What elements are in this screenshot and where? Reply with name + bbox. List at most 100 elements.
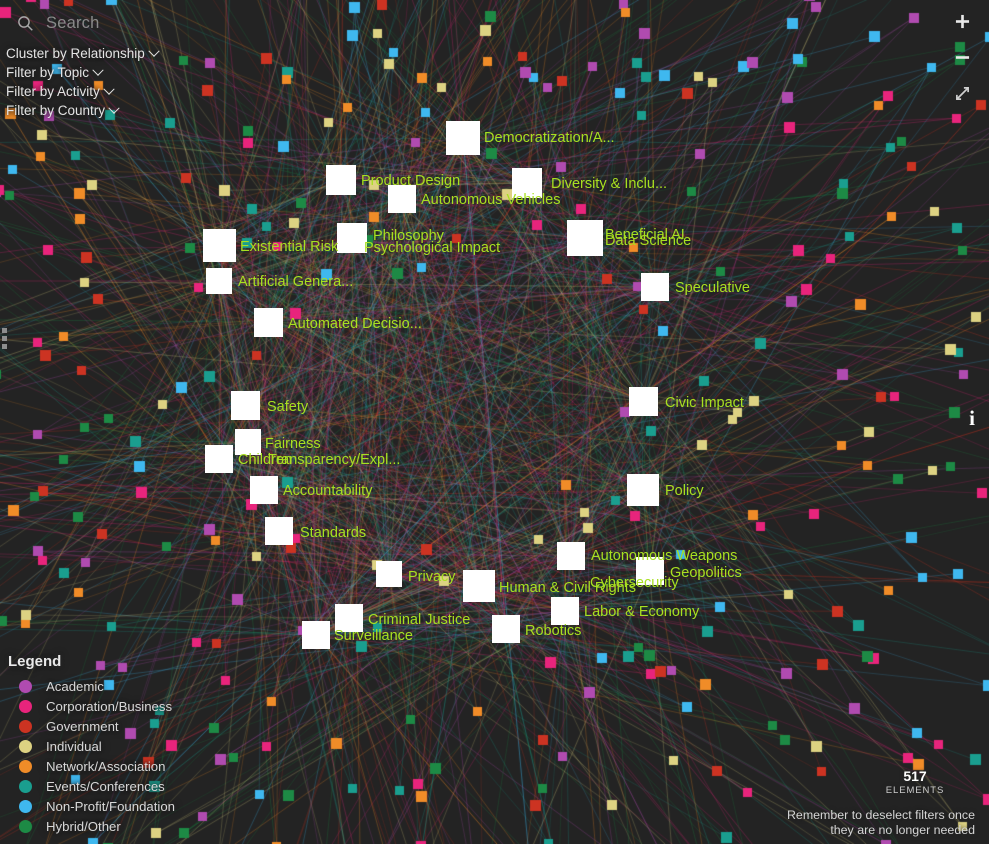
zoom-in-button[interactable] bbox=[951, 10, 973, 32]
legend-item-label: Network/Association bbox=[46, 758, 166, 774]
cluster-label[interactable]: Surveillance bbox=[334, 628, 413, 644]
cluster-label[interactable]: Privacy bbox=[408, 569, 456, 585]
cluster-label[interactable]: Product Design bbox=[361, 173, 460, 189]
cluster-label[interactable]: Automated Decisio... bbox=[288, 316, 422, 332]
element-count-label: ELEMENTS bbox=[885, 785, 945, 796]
legend-item-label: Non-Profit/Foundation bbox=[46, 798, 176, 814]
cluster-hub-node[interactable] bbox=[326, 165, 356, 195]
zoom-controls bbox=[951, 10, 973, 104]
filter-cluster-by-relationship[interactable]: Cluster by Relationship bbox=[4, 44, 160, 63]
cluster-label[interactable]: Robotics bbox=[525, 623, 581, 639]
legend-item-label: Academic bbox=[46, 678, 104, 694]
filter-hint: Remember to deselect filters once they a… bbox=[675, 808, 975, 838]
vertical-dots-icon[interactable] bbox=[2, 328, 7, 349]
cluster-label[interactable]: Geopolitics bbox=[670, 565, 742, 581]
legend-item[interactable]: Non-Profit/Foundation bbox=[6, 796, 175, 816]
filter-label: Cluster by Relationship bbox=[6, 46, 145, 61]
chevron-down-icon bbox=[92, 64, 104, 76]
cluster-label[interactable]: Psychological Impact bbox=[364, 240, 500, 256]
legend-title: Legend bbox=[8, 653, 62, 670]
legend-color-dot bbox=[19, 739, 32, 753]
cluster-label[interactable]: Safety bbox=[267, 399, 308, 415]
cluster-hub-node[interactable] bbox=[230, 390, 260, 420]
cluster-hub-node[interactable] bbox=[641, 273, 669, 301]
hint-line-1: Remember to deselect filters once bbox=[786, 808, 975, 822]
cluster-hub-node[interactable] bbox=[551, 597, 579, 625]
legend-color-dot bbox=[19, 779, 32, 793]
cluster-hub-node[interactable] bbox=[265, 517, 293, 545]
chevron-down-icon bbox=[103, 83, 115, 95]
cluster-hub-node[interactable] bbox=[492, 615, 520, 643]
legend: Legend Academic Corporation/Business Gover… bbox=[6, 653, 175, 836]
chevron-down-icon bbox=[108, 102, 120, 114]
info-icon[interactable]: i bbox=[969, 408, 975, 429]
cluster-label[interactable]: Policy bbox=[665, 483, 704, 499]
legend-item-label: Government bbox=[46, 718, 119, 734]
legend-item[interactable]: Hybrid/Other bbox=[6, 816, 175, 836]
cluster-label[interactable]: Standards bbox=[300, 525, 366, 541]
chevron-down-icon bbox=[148, 45, 160, 57]
filter-menu-group: Cluster by Relationship Filter by Topic … bbox=[4, 44, 160, 120]
legend-color-dot bbox=[19, 699, 32, 713]
cluster-hub-node[interactable] bbox=[463, 570, 495, 602]
legend-item[interactable]: Academic bbox=[6, 676, 175, 696]
cluster-hub-node[interactable] bbox=[337, 223, 367, 253]
zoom-out-button[interactable] bbox=[951, 46, 973, 68]
cluster-label[interactable]: Criminal Justice bbox=[368, 612, 470, 628]
cluster-label[interactable]: Speculative bbox=[675, 280, 750, 296]
legend-item[interactable]: Network/Association bbox=[6, 756, 175, 776]
cluster-hub-node[interactable] bbox=[557, 542, 585, 570]
dot bbox=[2, 336, 7, 341]
cluster-hub-node[interactable] bbox=[253, 307, 283, 337]
legend-item-label: Corporation/Business bbox=[46, 698, 173, 714]
cluster-hub-node[interactable] bbox=[202, 228, 236, 262]
legend-color-dot bbox=[19, 679, 32, 693]
cluster-hub-node[interactable] bbox=[376, 561, 402, 587]
cluster-hub-node[interactable] bbox=[567, 220, 603, 256]
legend-item[interactable]: Government bbox=[6, 716, 175, 736]
cluster-hub-node[interactable] bbox=[206, 268, 232, 294]
cluster-label[interactable]: Fairness bbox=[265, 436, 321, 452]
cluster-hub-node[interactable] bbox=[446, 121, 480, 155]
cluster-hub-node[interactable] bbox=[302, 621, 330, 649]
cluster-hub-node[interactable] bbox=[388, 185, 416, 213]
cluster-label[interactable]: Accountability bbox=[283, 483, 372, 499]
cluster-label[interactable]: Transparency/Expl... bbox=[268, 452, 400, 468]
cluster-label[interactable]: Democratization/A... bbox=[484, 130, 615, 146]
filter-by-topic[interactable]: Filter by Topic bbox=[4, 63, 160, 82]
legend-color-dot bbox=[19, 759, 32, 773]
filter-label: Filter by Topic bbox=[6, 65, 90, 80]
search-icon bbox=[14, 13, 36, 35]
cluster-label[interactable]: Autonomous Vehicles bbox=[421, 192, 560, 208]
cluster-hub-node[interactable] bbox=[628, 386, 658, 416]
cluster-label[interactable]: Civic Impact bbox=[665, 395, 744, 411]
legend-item[interactable]: Corporation/Business bbox=[6, 696, 175, 716]
filter-by-country[interactable]: Filter by Country bbox=[4, 101, 160, 120]
legend-item[interactable]: Individual bbox=[6, 736, 175, 756]
cluster-label[interactable]: Diversity & Inclu... bbox=[551, 176, 667, 192]
cluster-hub-node[interactable] bbox=[205, 445, 233, 473]
cluster-label[interactable]: Autonomous Weapons bbox=[591, 548, 737, 564]
element-count-number: 517 bbox=[903, 768, 927, 784]
legend-item[interactable]: Events/Conferences bbox=[6, 776, 175, 796]
dot bbox=[2, 328, 7, 333]
filter-by-activity[interactable]: Filter by Activity bbox=[4, 82, 160, 101]
legend-item-label: Events/Conferences bbox=[46, 778, 165, 794]
search-input[interactable] bbox=[44, 13, 468, 34]
filter-label: Filter by Country bbox=[6, 103, 106, 118]
cluster-label[interactable]: Artificial Genera... bbox=[238, 274, 353, 290]
legend-color-dot bbox=[19, 719, 32, 733]
cluster-label[interactable]: Labor & Economy bbox=[584, 604, 699, 620]
cluster-label[interactable]: Cybersecurity bbox=[590, 575, 679, 591]
dot bbox=[2, 344, 7, 349]
legend-item-label: Hybrid/Other bbox=[46, 818, 121, 834]
cluster-label[interactable]: Data Science bbox=[605, 233, 691, 249]
legend-item-label: Individual bbox=[46, 738, 102, 754]
fit-to-screen-button[interactable] bbox=[951, 82, 973, 104]
legend-color-dot bbox=[19, 819, 32, 833]
cluster-hub-node[interactable] bbox=[250, 476, 278, 504]
legend-color-dot bbox=[19, 799, 32, 813]
network-graph-app: Democratization/A... Product Design Autono… bbox=[0, 0, 989, 844]
cluster-hub-node[interactable] bbox=[627, 474, 659, 506]
cluster-label[interactable]: Existential Risk bbox=[240, 239, 338, 255]
